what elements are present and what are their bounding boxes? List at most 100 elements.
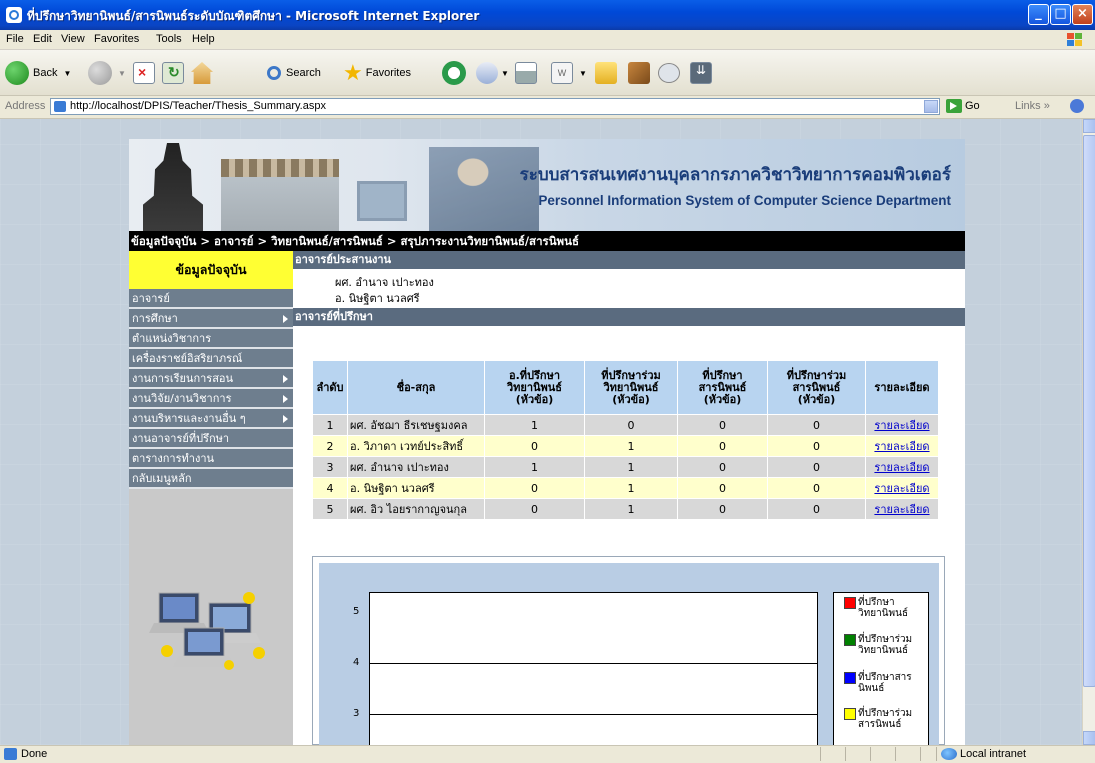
menu-tools[interactable]: Tools	[156, 33, 182, 45]
ie-icon	[6, 7, 22, 23]
table-cell: 0	[767, 498, 866, 520]
menu-edit[interactable]: Edit	[33, 33, 52, 45]
mail-button[interactable]: ▼	[476, 60, 509, 86]
chart-background: 5 4 3 ที่ปรึกษาวิทยานิพนธ์ ที่ปรึกษาร่วมวิท…	[319, 563, 939, 746]
chat-bubble-icon	[658, 63, 680, 83]
address-dropdown-icon[interactable]	[924, 100, 938, 113]
column-header: ที่ปรึกษาร่วม วิทยานิพนธ์ (หัวข้อ)	[584, 360, 678, 415]
history-icon	[442, 61, 466, 85]
vertical-scrollbar[interactable]	[1082, 119, 1095, 745]
menu-favorites[interactable]: Favorites	[94, 33, 139, 45]
advisor-chart: 5 4 3 ที่ปรึกษาวิทยานิพนธ์ ที่ปรึกษาร่วมวิท…	[312, 556, 945, 746]
scroll-down-icon[interactable]	[1083, 731, 1095, 745]
stop-button[interactable]: ×	[133, 60, 155, 86]
scroll-thumb[interactable]	[1083, 135, 1095, 687]
address-bar: Address http://localhost/DPIS/Teacher/Th…	[0, 96, 1095, 119]
window-title-bar[interactable]: ที่ปรึกษาวิทยานิพนธ์/สารนิพนธ์ระดับบัณฑิ…	[0, 0, 1095, 30]
edit-button[interactable]: W ▼	[551, 60, 587, 86]
folder-icon	[595, 62, 617, 84]
table-cell: 0	[484, 477, 585, 499]
details-link[interactable]: รายละเอียด	[874, 461, 929, 474]
stop-icon: ×	[133, 62, 155, 84]
legend-label: ที่ปรึกษาวิทยานิพนธ์	[858, 597, 909, 619]
details-link[interactable]: รายละเอียด	[874, 440, 929, 453]
legend-item: ที่ปรึกษาร่วมสารนิพนธ์	[844, 708, 924, 730]
sidebar-item[interactable]: ตารางการทำงาน	[129, 449, 293, 469]
page-icon	[54, 101, 66, 112]
forward-button[interactable]: ▼	[88, 60, 126, 86]
folder-button[interactable]	[595, 60, 617, 86]
links-button[interactable]: Links »	[1015, 100, 1050, 112]
back-button[interactable]: Back ▼	[5, 60, 71, 86]
sidebar-item[interactable]: เครื่องราชย์อิสริยาภรณ์	[129, 349, 293, 369]
laptops-flowers-image	[149, 592, 265, 670]
column-header: ที่ปรึกษาร่วม สารนิพนธ์ (หัวข้อ)	[767, 360, 866, 415]
go-button[interactable]: Go	[946, 99, 980, 113]
research-button[interactable]	[628, 60, 650, 86]
sidebar-item[interactable]: ตำแหน่งวิชาการ	[129, 329, 293, 349]
legend-swatch	[844, 708, 856, 720]
menu-view[interactable]: View	[61, 33, 85, 45]
advisor-heading: อาจารย์ที่ปรึกษา	[293, 308, 965, 326]
chevron-down-icon: ▼	[63, 68, 72, 78]
table-cell: 0	[767, 414, 866, 436]
scroll-up-icon[interactable]	[1083, 119, 1095, 133]
maximize-button[interactable]: □	[1050, 4, 1071, 25]
print-button[interactable]	[515, 60, 537, 86]
address-input[interactable]: http://localhost/DPIS/Teacher/Thesis_Sum…	[50, 98, 940, 115]
sidebar-item[interactable]: การศึกษา	[129, 309, 293, 329]
close-button[interactable]: ×	[1072, 4, 1093, 25]
table-row: 2 อ. วิภาดา เวทย์ประสิทธิ์ 0 1 0 0 รายละเอียด	[312, 435, 939, 457]
table-cell: 1	[584, 477, 678, 499]
coordinator-heading: อาจารย์ประสานงาน	[293, 251, 965, 269]
table-cell: 0	[484, 498, 585, 520]
menu-help[interactable]: Help	[192, 33, 215, 45]
column-header: รายละเอียด	[865, 360, 939, 415]
minimize-button[interactable]: _	[1028, 4, 1049, 25]
table-row: 1 ผศ. อัชฌา ธีรเชษฐมงคล 1 0 0 0 รายละเอียด	[312, 414, 939, 436]
table-cell: รายละเอียด	[865, 456, 939, 478]
sidebar-item[interactable]: งานการเรียนการสอน	[129, 369, 293, 389]
site-banner: ระบบสารสนเทศงานบุคลากรภาควิชาวิทยาการคอม…	[129, 139, 965, 231]
table-cell: 0	[767, 435, 866, 457]
status-bar: Done Local intranet	[0, 745, 1095, 763]
table-cell: 0	[584, 414, 678, 436]
favorites-button[interactable]: ★ Favorites	[343, 60, 411, 86]
history-button[interactable]	[442, 60, 466, 86]
table-cell: 1	[312, 414, 348, 436]
details-link[interactable]: รายละเอียด	[874, 419, 929, 432]
details-link[interactable]: รายละเอียด	[874, 482, 929, 495]
refresh-icon: ↻	[162, 62, 184, 84]
status-text: Done	[21, 748, 48, 760]
table-cell: รายละเอียด	[865, 498, 939, 520]
windows-logo-icon	[1067, 33, 1082, 46]
mail-icon	[476, 62, 498, 84]
refresh-button[interactable]: ↻	[162, 60, 184, 86]
messenger-button[interactable]	[658, 60, 680, 86]
go-arrow-icon	[946, 99, 962, 113]
download-icon: ⇊	[690, 62, 712, 84]
extra-button[interactable]: ⇊	[690, 60, 712, 86]
sidebar-item[interactable]: กลับเมนูหลัก	[129, 469, 293, 489]
forward-arrow-icon	[88, 61, 112, 85]
menu-file[interactable]: File	[6, 33, 24, 45]
legend-swatch	[844, 597, 856, 609]
sidebar-item[interactable]: งานบริหารและงานอื่น ๆ	[129, 409, 293, 429]
table-cell: 1	[584, 498, 678, 520]
y-tick-label: 3	[353, 708, 360, 719]
details-link[interactable]: รายละเอียด	[874, 503, 929, 516]
table-cell: 3	[312, 456, 348, 478]
sidebar-heading: ข้อมูลปัจจุบัน	[129, 251, 293, 289]
search-button[interactable]: Search	[267, 60, 321, 86]
home-button[interactable]	[191, 60, 213, 86]
advisor-summary-table: ลำดับ ชื่อ-สกุล อ.ที่ปรึกษา วิทยานิพนธ์ …	[312, 360, 939, 520]
sidebar-item[interactable]: อาจารย์	[129, 289, 293, 309]
table-cell: 4	[312, 477, 348, 499]
sidebar-item[interactable]: งานอาจารย์ที่ปรึกษา	[129, 429, 293, 449]
table-row: 4 อ. นิษฐิตา นวลศรี 0 1 0 0 รายละเอียด	[312, 477, 939, 499]
table-cell: 0	[677, 414, 768, 436]
toolbar-extra-icon[interactable]	[1070, 99, 1084, 113]
table-cell: อ. วิภาดา เวทย์ประสิทธิ์	[347, 435, 485, 457]
table-cell: 1	[484, 414, 585, 436]
sidebar-item[interactable]: งานวิจัย/งานวิชาการ	[129, 389, 293, 409]
